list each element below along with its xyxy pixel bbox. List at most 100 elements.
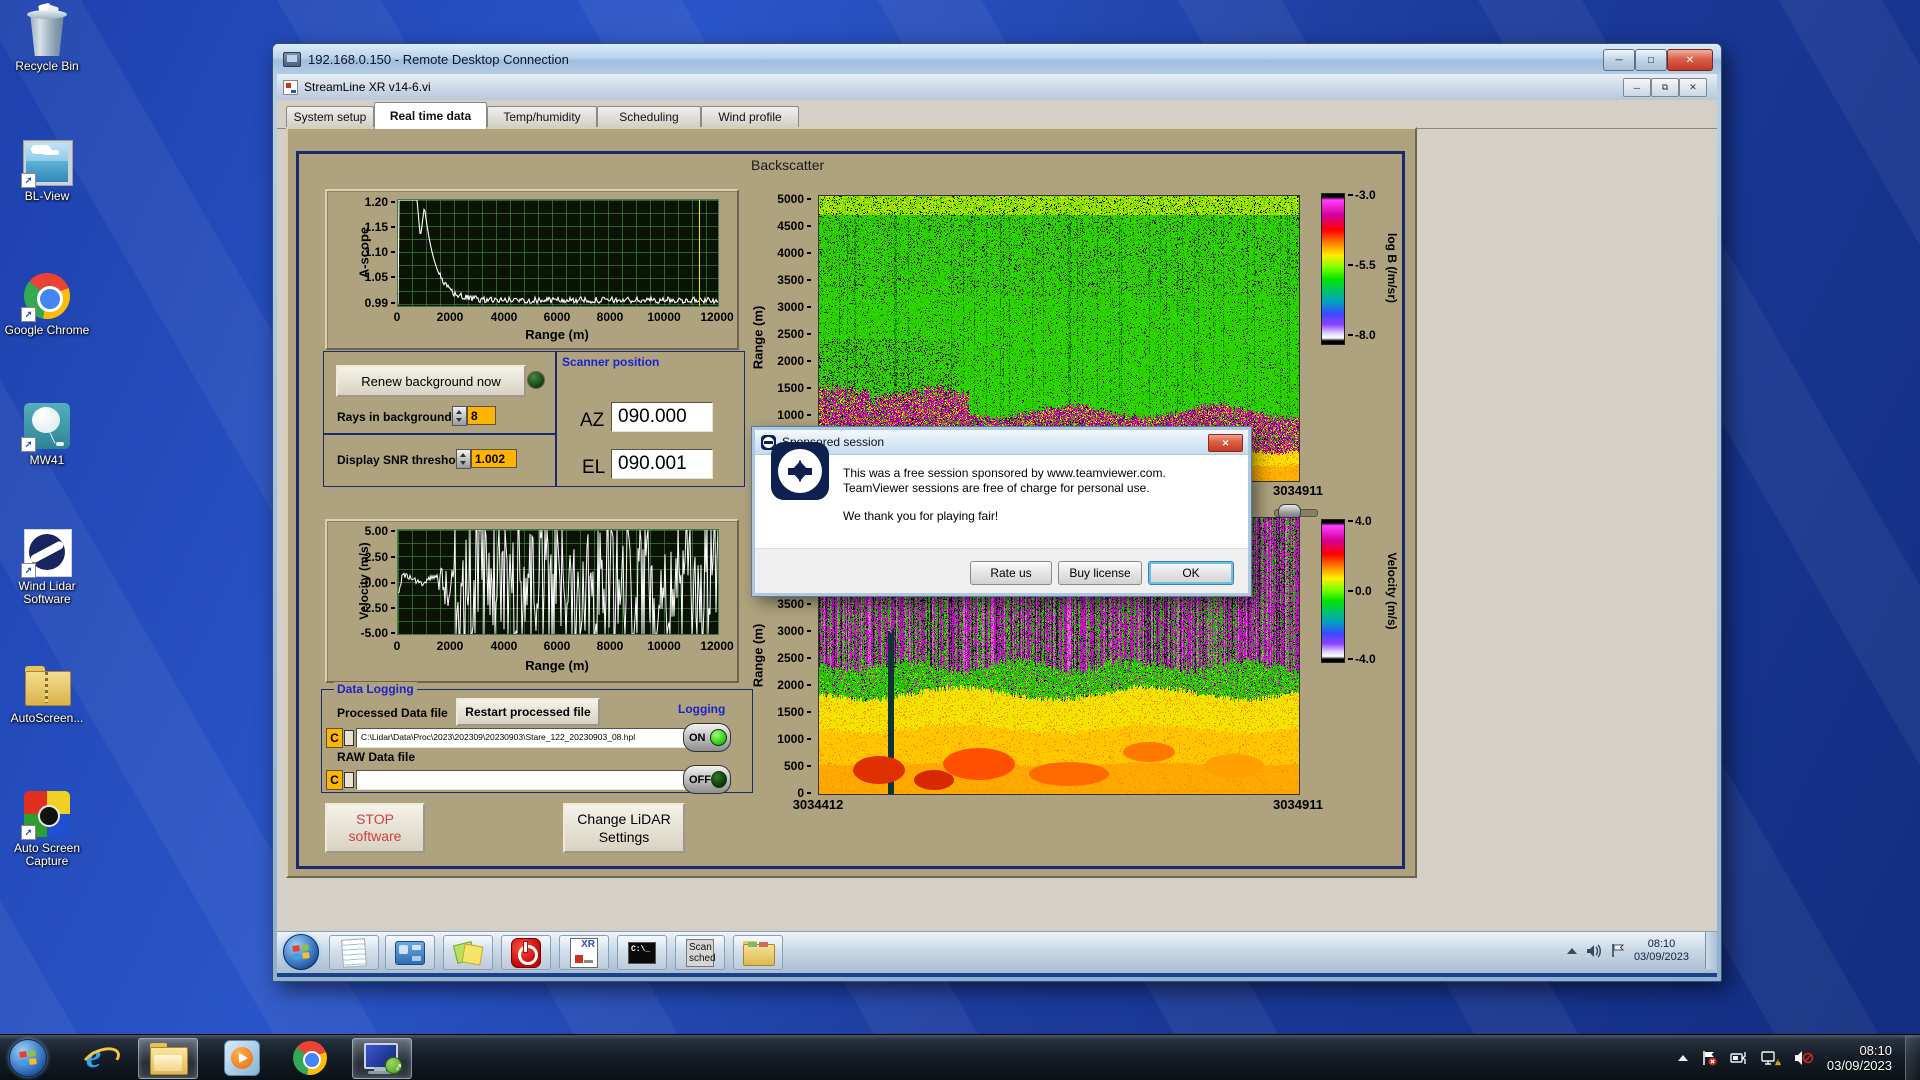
rays-stepper[interactable] (452, 406, 467, 426)
desktop-icon-mw41[interactable]: ➚ MW41 (0, 402, 94, 467)
ascope-graph: A-scope 1.20 1.15 1.10 1.05 0.99 0 2000 … (325, 189, 739, 350)
snr-stepper[interactable] (456, 449, 471, 469)
change-lidar-settings-button[interactable]: Change LiDAR Settings (563, 803, 685, 853)
remote-desktop-icon: ⤤ (362, 1042, 402, 1076)
ok-button[interactable]: OK (1148, 561, 1234, 585)
network-warning-icon[interactable]: ! (1761, 1050, 1781, 1066)
velocity-graph: Velocity (m/s) 5.00 2.50 0.00 -2.50 -5.0… (325, 519, 739, 683)
rdp-minimize-button[interactable]: ─ (1603, 49, 1635, 71)
remote-taskbar-scan-scheduler[interactable]: Scan sched (675, 935, 725, 970)
host-taskbar-chrome[interactable] (284, 1038, 336, 1077)
processed-logging-toggle[interactable]: ON (683, 723, 731, 752)
tray-expand-icon[interactable] (1677, 1054, 1688, 1061)
rdp-window-title: 192.168.0.150 - Remote Desktop Connectio… (308, 51, 569, 67)
app-minimize-button[interactable]: ─ (1623, 78, 1651, 97)
desktop-icon-label: Recycle Bin (15, 59, 79, 73)
remote-clock[interactable]: 08:10 03/09/2023 (1634, 938, 1689, 964)
velocity-map-x-right: 3034911 (1273, 797, 1323, 812)
snr-label: Display SNR threshold (337, 453, 467, 467)
raw-path-field[interactable] (356, 770, 706, 790)
buy-license-button[interactable]: Buy license (1058, 561, 1142, 585)
renew-background-button[interactable]: Renew background now (336, 365, 526, 397)
backscatter-title: Backscatter (751, 157, 825, 173)
desktop-icon-wind-lidar[interactable]: ➚ Wind Lidar Software (0, 528, 94, 606)
remote-taskbar-command-prompt[interactable]: C:\_ (617, 935, 667, 970)
host-taskbar-media-player[interactable] (216, 1038, 268, 1077)
desktop-icon-label: MW41 (29, 453, 65, 467)
desktop-icon-recycle-bin[interactable]: Recycle Bin (0, 2, 94, 73)
remote-taskbar-streamline-vi[interactable]: XR (559, 935, 609, 970)
speaker-icon[interactable] (1586, 944, 1602, 958)
tab-scheduling[interactable]: Scheduling (597, 106, 701, 127)
remote-taskbar-notepad[interactable] (329, 935, 379, 970)
remote-taskbar-sticky-notes[interactable] (443, 935, 493, 970)
host-show-desktop-button[interactable] (1905, 1035, 1920, 1080)
rdp-titlebar[interactable]: 192.168.0.150 - Remote Desktop Connectio… (273, 44, 1721, 74)
desktop-icon-autoscreen-zip[interactable]: AutoScreen... (0, 660, 94, 725)
tab-temp-humidity[interactable]: Temp/humidity (487, 106, 597, 127)
remote-start-button[interactable] (283, 934, 319, 970)
desktop-icon-auto-screen-capture[interactable]: ➚ Auto Screen Capture (0, 790, 94, 868)
processed-drive-selector[interactable]: C (326, 728, 343, 748)
cursor-line[interactable] (699, 200, 700, 306)
desktop-icon-google-chrome[interactable]: ➚ Google Chrome (0, 272, 94, 337)
host-system-tray: ! 08:10 03/09/2023 (1677, 1035, 1892, 1080)
tab-real-time-data[interactable]: Real time data (374, 102, 487, 129)
action-center-flag-icon[interactable] (1611, 943, 1625, 958)
rdp-computer-icon (283, 51, 301, 67)
remote-show-desktop-button[interactable] (1705, 932, 1717, 969)
app-titlebar[interactable]: StreamLine XR v14-6.vi ─ ⧉ ✕ (277, 74, 1717, 101)
velocity-yticks: 5.00 2.50 0.00 -2.50 -5.00 (349, 524, 395, 640)
mw41-icon: ➚ (21, 402, 71, 452)
raw-file-label: RAW Data file (337, 750, 416, 764)
host-taskbar-remote-desktop[interactable]: ⤤ (352, 1038, 412, 1079)
processed-file-label: Processed Data file (337, 706, 448, 720)
explorer-folder-icon (148, 1042, 188, 1075)
off-led-icon (711, 771, 727, 788)
snr-value-field[interactable]: 1.002 (471, 449, 517, 468)
dialog-titlebar[interactable]: Sponsored session ✕ (755, 430, 1248, 455)
desktop-icon-bl-view[interactable]: ➚ BL-View (0, 138, 94, 203)
rays-label: Rays in background (337, 410, 452, 424)
raw-drive-selector[interactable]: C (326, 770, 343, 790)
power-battery-icon[interactable] (1730, 1050, 1748, 1066)
tab-wind-profile[interactable]: Wind profile (701, 106, 799, 127)
remote-taskbar-display-settings[interactable] (385, 935, 435, 970)
ascope-yticks: 1.20 1.15 1.10 1.05 0.99 (355, 195, 395, 310)
dialog-body-text: This was a free session sponsored by www… (843, 466, 1166, 523)
rdp-close-button[interactable]: ✕ (1667, 49, 1713, 71)
shortcut-arrow-icon: ➚ (21, 437, 36, 452)
tray-expand-icon[interactable] (1566, 947, 1577, 954)
restart-processed-button[interactable]: Restart processed file (456, 698, 600, 726)
raw-logging-toggle[interactable]: OFF (683, 765, 731, 794)
stop-software-button[interactable]: STOP software (325, 803, 425, 853)
speaker-muted-icon[interactable] (1794, 1050, 1814, 1066)
el-value-field[interactable]: 090.001 (611, 449, 713, 479)
rays-value-field[interactable]: 8 (467, 406, 496, 425)
windows-flag-icon (292, 944, 310, 960)
dialog-close-button[interactable]: ✕ (1208, 434, 1243, 452)
zip-folder-icon (23, 660, 71, 708)
vi-icon (283, 79, 298, 95)
action-center-flag-icon[interactable] (1701, 1050, 1717, 1066)
background-controls-box: Renew background now Rays in background … (323, 351, 557, 435)
az-value-field[interactable]: 090.000 (611, 402, 713, 432)
host-start-button[interactable] (6, 1038, 50, 1077)
rdp-maximize-button[interactable]: □ (1635, 49, 1667, 71)
app-close-button[interactable]: ✕ (1679, 78, 1707, 97)
host-taskbar: e ⤤ ! 08:10 03/09/2023 (0, 1034, 1920, 1080)
chrome-icon: ➚ (21, 272, 71, 322)
rate-us-button[interactable]: Rate us (970, 561, 1052, 585)
wind-lidar-icon: ➚ (21, 528, 72, 578)
host-taskbar-explorer[interactable] (138, 1038, 198, 1079)
dialog-footer: Rate us Buy license OK (755, 548, 1248, 593)
remote-taskbar-folder[interactable] (733, 935, 783, 970)
app-restore-button[interactable]: ⧉ (1651, 78, 1679, 97)
host-clock[interactable]: 08:10 03/09/2023 (1827, 1043, 1892, 1073)
remote-taskbar-shutdown[interactable] (501, 935, 551, 970)
shortcut-arrow-icon: ➚ (21, 173, 36, 188)
chrome-icon (293, 1040, 327, 1075)
processed-path-field[interactable]: C:\Lidar\Data\Proc\2023\202309\20230903\… (356, 728, 706, 748)
host-taskbar-internet-explorer[interactable]: e (72, 1038, 124, 1078)
tab-system-setup[interactable]: System setup (286, 106, 374, 127)
